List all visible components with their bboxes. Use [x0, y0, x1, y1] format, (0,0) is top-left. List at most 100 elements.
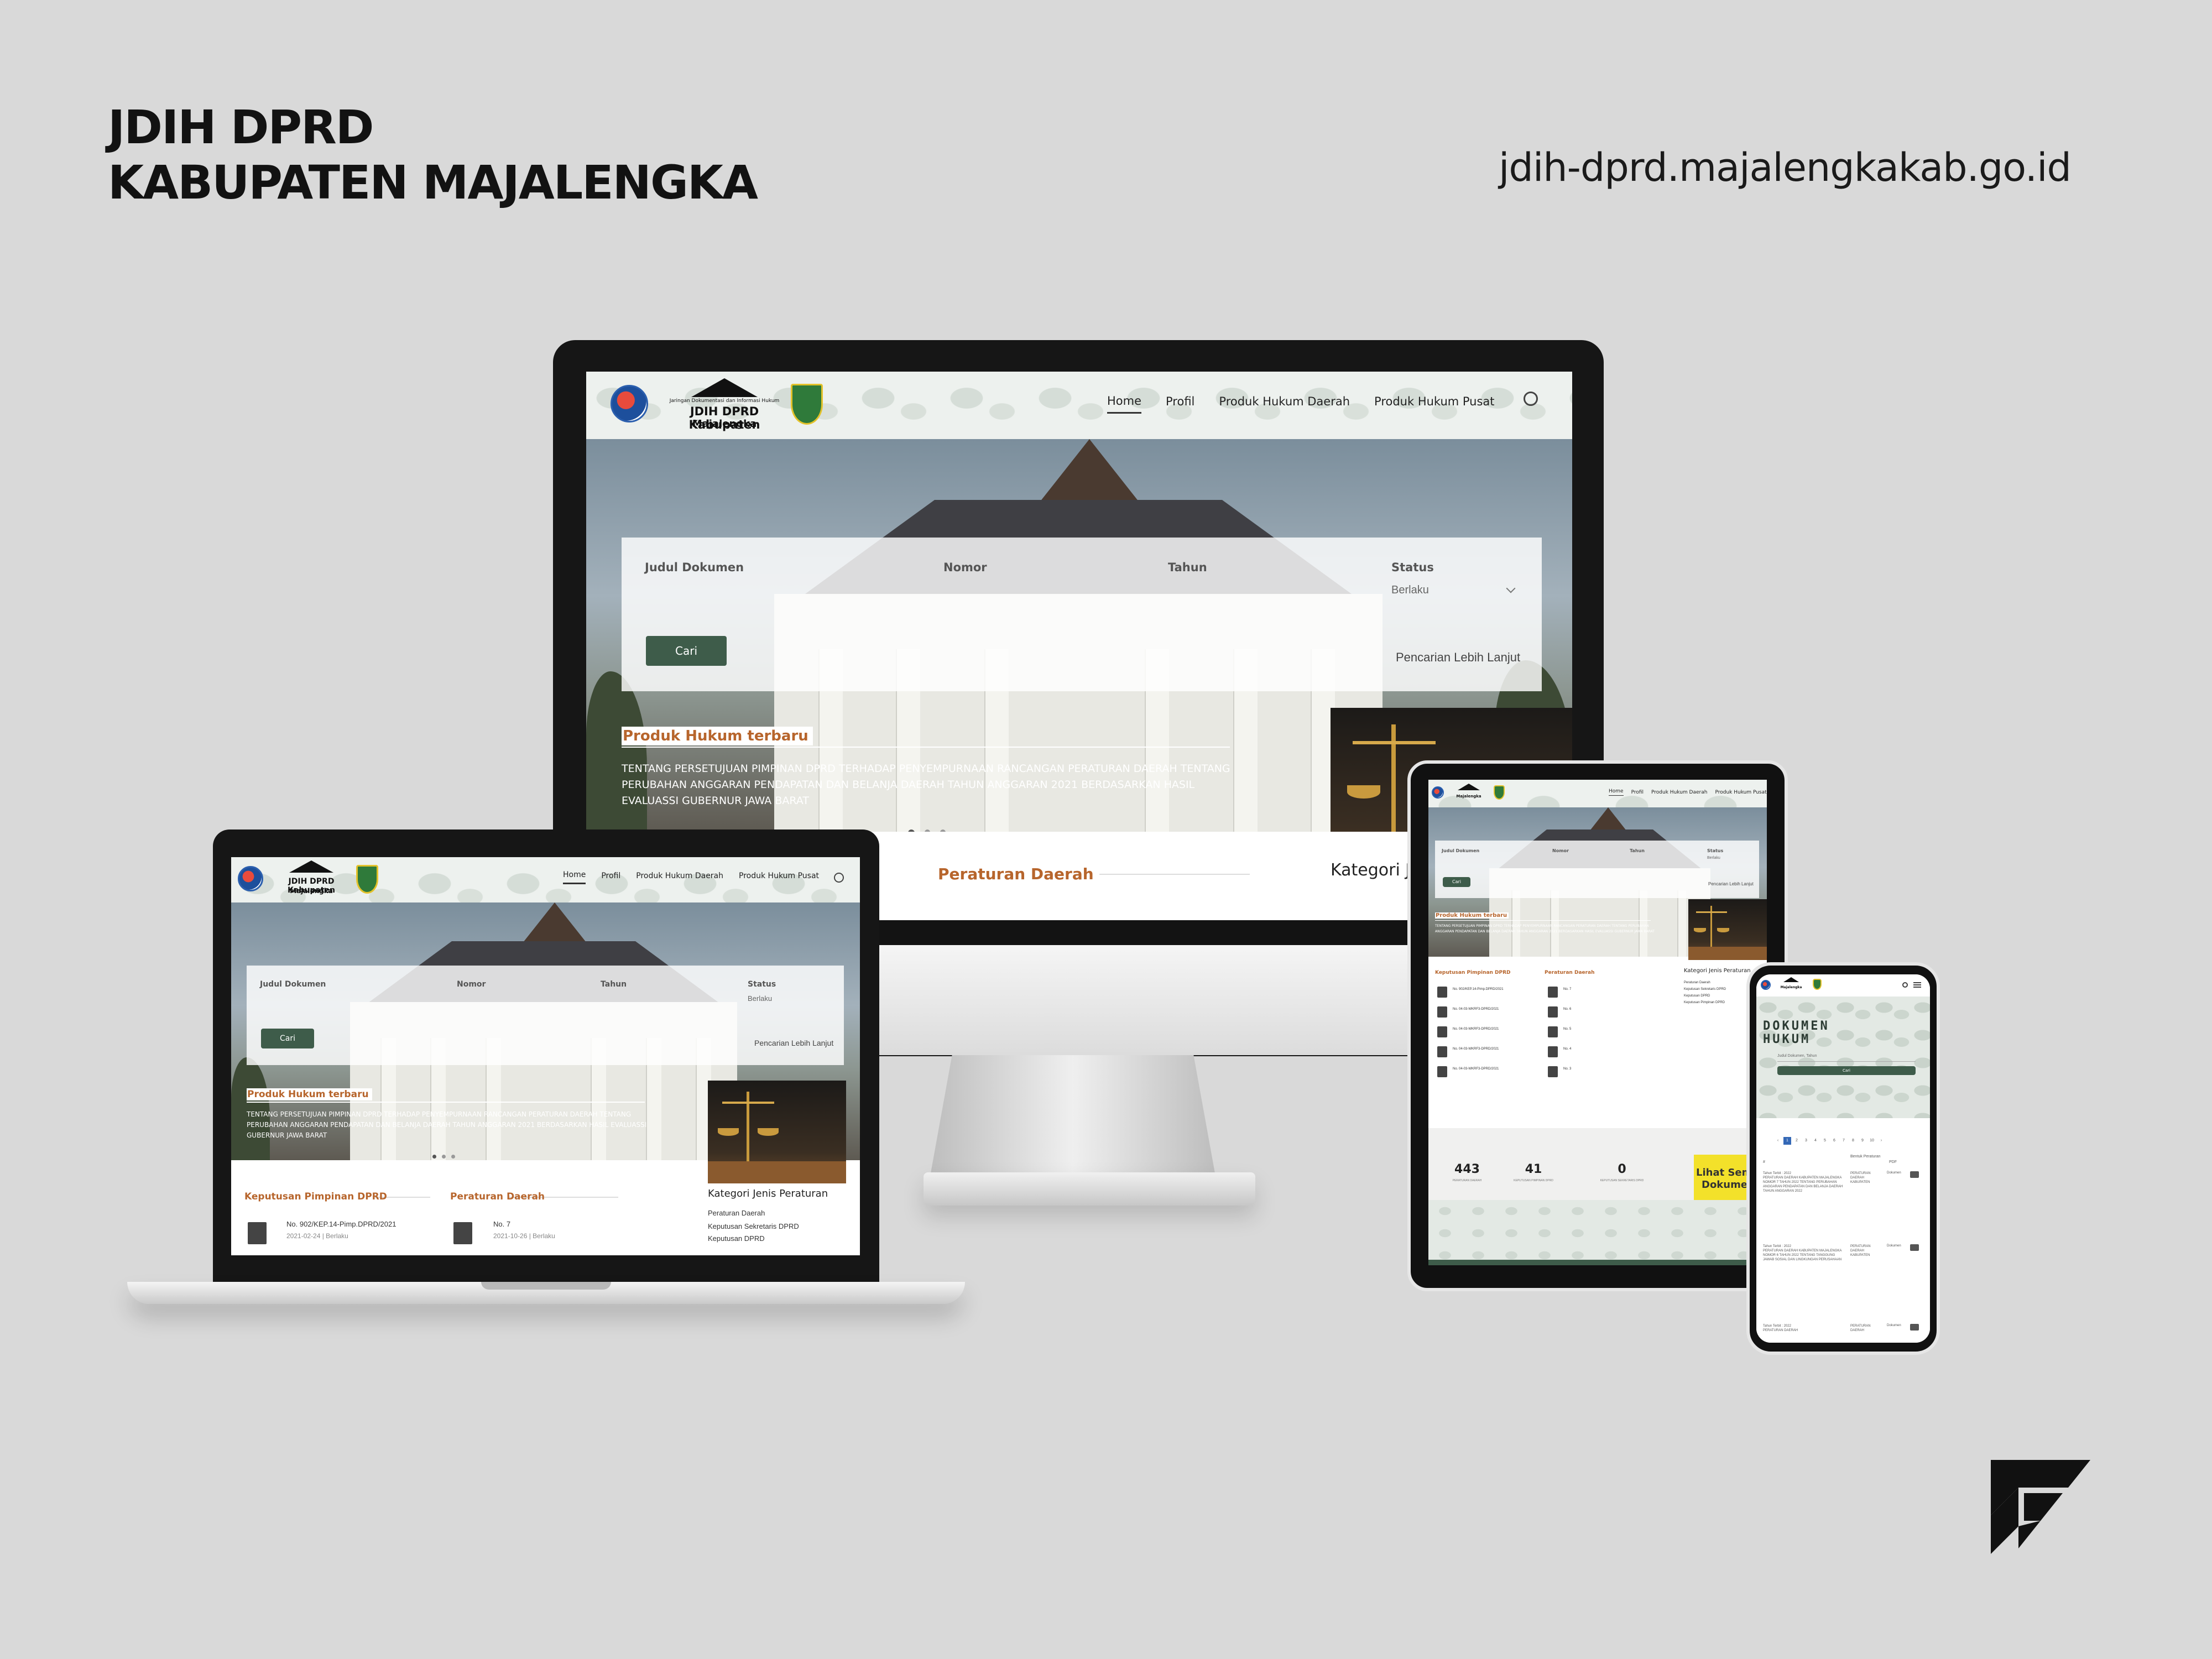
nav-produk-hukum-pusat[interactable]: Produk Hukum Pusat — [1374, 395, 1495, 413]
pagination-page[interactable]: 7 — [1840, 1137, 1848, 1145]
latest-products-title: Produk Hukum terbaru — [247, 1088, 372, 1100]
kategori-title: Kategori Jenis Peraturan — [708, 1188, 828, 1199]
brand-title-line2: KABUPATEN MAJALENGKA — [108, 155, 758, 210]
download-icon[interactable] — [1910, 1244, 1919, 1251]
select-status[interactable]: Berlaku — [1391, 584, 1429, 597]
document-icon — [1437, 987, 1447, 998]
pagination-page[interactable]: 6 — [1830, 1137, 1838, 1145]
latest-products-title: Produk Hukum terbaru — [1435, 912, 1509, 919]
carousel-dot[interactable] — [432, 1155, 436, 1159]
advanced-search-link[interactable]: Pencarian Lebih Lanjut — [754, 1039, 833, 1047]
imac-foot — [924, 1172, 1255, 1206]
nav-produk-hukum-daerah[interactable]: Produk Hukum Daerah — [636, 872, 723, 884]
select-status[interactable]: Berlaku — [748, 994, 772, 1003]
search-icon[interactable] — [1902, 982, 1908, 988]
nav-profil[interactable]: Profil — [1631, 790, 1644, 795]
perda-item[interactable]: No. 7 — [493, 1220, 510, 1228]
search-icon[interactable] — [834, 873, 844, 883]
pagination-page[interactable]: 9 — [1859, 1137, 1866, 1145]
table-row-desc[interactable]: Tahun Terbit : 2022 PERATURAN DAERAH KAB… — [1763, 1244, 1846, 1262]
carousel-dot[interactable] — [451, 1155, 455, 1159]
nav-produk-hukum-daerah[interactable]: Produk Hukum Daerah — [1219, 395, 1350, 413]
pagination-page[interactable]: 1 — [1783, 1137, 1791, 1145]
perda-item[interactable]: No. 5 — [1563, 1027, 1571, 1031]
logo-title-line2: Majalengka — [692, 418, 757, 430]
kategori-item[interactable]: Keputusan DPRD — [708, 1234, 765, 1243]
latest-product-text[interactable]: TENTANG PERSETUJUAN PIMPINAN DPRD TERHAD… — [622, 761, 1241, 809]
advanced-search-link[interactable]: Pencarian Lebih Lanjut — [1708, 881, 1754, 886]
perda-item[interactable]: No. 7 — [1563, 988, 1571, 991]
kategori-item[interactable]: Keputusan DPRD — [1684, 994, 1710, 998]
kategori-item[interactable]: Keputusan Pimpinan DPRD — [1684, 1001, 1725, 1004]
latest-product-text[interactable]: TENTANG PERSETUJUAN PIMPINAN DPRD TERHAD… — [1435, 924, 1667, 935]
nav-home[interactable]: Home — [1609, 789, 1624, 796]
keputusan-item[interactable]: No. 04-03-WKRF3-DPRD/2021 — [1453, 1067, 1499, 1071]
carousel-dot[interactable] — [442, 1155, 446, 1159]
label-tahun: Tahun — [1168, 561, 1207, 574]
table-row-desc[interactable]: Tahun Terbit : 2022 PERATURAN DAERAH — [1763, 1324, 1846, 1333]
laptop-notch — [481, 1282, 611, 1290]
table-row-type: PERATURAN DAERAH KABUPATEN — [1850, 1172, 1871, 1184]
brand-url: jdih-dprd.majalengkakab.go.id — [1498, 145, 2072, 190]
stats-section: 443 PERATURAN DAERAH 41 KEPUTUSAN PIMPIN… — [1428, 1128, 1767, 1212]
search-button[interactable]: Cari — [1443, 877, 1470, 887]
kategori-item[interactable]: Keputusan Sekretaris DPRD — [1684, 988, 1726, 991]
keputusan-item[interactable]: No. 902/KEP.14-Pimp.DPRD/2021 — [286, 1220, 396, 1228]
nav-profil[interactable]: Profil — [1166, 395, 1194, 413]
document-icon — [1437, 1066, 1447, 1077]
search-icon[interactable] — [1524, 392, 1538, 406]
pagination-next[interactable]: › — [1877, 1137, 1885, 1145]
perda-item[interactable]: No. 3 — [1563, 1067, 1571, 1071]
latest-product-text[interactable]: TENTANG PERSETUJUAN PIMPINAN DPRD TERHAD… — [247, 1109, 656, 1141]
keputusan-pimpinan-title: Keputusan Pimpinan DPRD — [244, 1191, 387, 1202]
advanced-search-link[interactable]: Pencarian Lebih Lanjut — [1396, 650, 1520, 665]
pagination-page[interactable]: 4 — [1812, 1137, 1819, 1145]
table-row-pdf: Dokumen — [1887, 1324, 1901, 1327]
input-tahun[interactable] — [1168, 582, 1367, 604]
keputusan-item[interactable]: No. 04-03-WKRF3-DPRD/2021 — [1453, 1027, 1499, 1031]
kategori-item[interactable]: Peraturan Daerah — [1684, 981, 1710, 984]
nav-profil[interactable]: Profil — [601, 872, 620, 884]
nav-home[interactable]: Home — [563, 870, 586, 884]
keputusan-item[interactable]: No. 04-03-WKRF3-DPRD/2021 — [1453, 1008, 1499, 1011]
pagination-prev[interactable]: ‹ — [1774, 1137, 1782, 1145]
phone-screen: Majalengka DOKUMEN HUKUM Judul Dokumen, … — [1756, 974, 1930, 1343]
table-row-type: PERATURAN DAERAH — [1850, 1324, 1871, 1332]
document-icon — [1548, 1066, 1558, 1077]
select-status[interactable]: Berlaku — [1707, 856, 1720, 860]
kategori-item[interactable]: Keputusan Sekretaris DPRD — [708, 1222, 799, 1230]
nav-produk-hukum-pusat[interactable]: Produk Hukum Pusat — [739, 872, 819, 884]
label-status: Status — [1707, 848, 1724, 853]
label-judul-dokumen: Judul Dokumen — [260, 980, 326, 989]
download-icon[interactable] — [1910, 1171, 1919, 1178]
pagination-page[interactable]: 10 — [1868, 1137, 1876, 1145]
label-tahun: Tahun — [1630, 848, 1645, 853]
label-nomor: Nomor — [943, 561, 987, 574]
kategori-item[interactable]: Peraturan Daerah — [708, 1209, 765, 1217]
nav-produk-hukum-pusat[interactable]: Produk Hukum Pusat — [1715, 790, 1766, 795]
keputusan-item[interactable]: No. 902/KEP.14-Pimp.DPRD/2021 — [1453, 988, 1504, 991]
pagination-page[interactable]: 3 — [1802, 1137, 1810, 1145]
keputusan-item[interactable]: No. 04-03-WKRF3-DPRD/2021 — [1453, 1047, 1499, 1051]
nav-produk-hukum-daerah[interactable]: Produk Hukum Daerah — [1651, 790, 1707, 795]
peraturan-daerah-title: Peraturan Daerah — [1545, 970, 1595, 975]
menu-icon[interactable] — [1913, 982, 1921, 988]
nav-home[interactable]: Home — [1107, 394, 1142, 414]
search-input[interactable]: Judul Dokumen, Tahun — [1777, 1054, 1916, 1062]
perda-item[interactable]: No. 4 — [1563, 1047, 1571, 1051]
input-nomor[interactable] — [943, 582, 1142, 604]
document-icon — [248, 1222, 267, 1244]
stat-label: PERATURAN DAERAH — [1452, 1179, 1482, 1182]
label-judul-dokumen: Judul Dokumen — [645, 561, 744, 574]
pagination-page[interactable]: 2 — [1793, 1137, 1801, 1145]
search-button[interactable]: Cari — [646, 636, 727, 666]
kategori-title: Kategori Jenis Peraturan — [1684, 968, 1751, 974]
input-judul-dokumen[interactable] — [645, 582, 910, 604]
download-icon[interactable] — [1910, 1324, 1919, 1331]
search-button[interactable]: Cari — [1777, 1066, 1916, 1075]
perda-item[interactable]: No. 6 — [1563, 1008, 1571, 1011]
pagination-page[interactable]: 5 — [1821, 1137, 1829, 1145]
search-button[interactable]: Cari — [261, 1029, 314, 1048]
table-row-desc[interactable]: Tahun Terbit : 2022 PERATURAN DAERAH KAB… — [1763, 1171, 1846, 1193]
pagination-page[interactable]: 8 — [1849, 1137, 1857, 1145]
